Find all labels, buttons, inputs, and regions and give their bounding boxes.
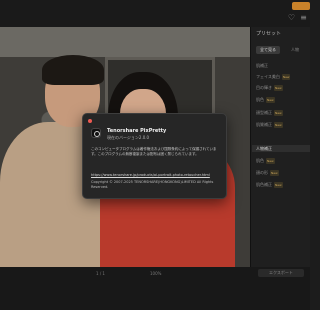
version-text: 現在のバージョン2.0.0 <box>107 135 150 140</box>
new-badge: New <box>274 122 283 128</box>
new-badge: New <box>266 97 275 103</box>
preset-item[interactable]: 顔の形 New <box>256 170 279 176</box>
close-button[interactable] <box>88 119 92 123</box>
preset-item[interactable]: フェイス美白 New <box>256 74 291 80</box>
preset-item-label: 顔型補正 <box>256 110 272 115</box>
new-badge: New <box>274 110 283 116</box>
preset-item-label: 顔の形 <box>256 170 268 175</box>
new-badge: New <box>281 74 291 80</box>
copyright-text: Copyright © 2007-2025 TENORSHARE(HONGKON… <box>91 180 214 189</box>
preset-item[interactable]: 肌色 New <box>256 97 275 103</box>
preset-item-label: 肌補正 <box>256 63 268 68</box>
new-badge: New <box>274 182 283 188</box>
preset-item-label: 肌色補正 <box>256 182 272 187</box>
heart-icon[interactable]: ♡ <box>287 13 296 22</box>
preset-item[interactable]: 肌質補正 New <box>256 122 283 128</box>
about-dialog: Tenorshare PixPretty 現在のバージョン2.0.0 このコンピ… <box>82 113 227 199</box>
license-notice: このコンピュータプログラムは著作権法および国際条約によって保護されています。この… <box>91 147 217 156</box>
preset-item[interactable]: 肌色補正 New <box>256 182 283 188</box>
bottom-toolbar: 1 / 1 100% エクスポート <box>0 267 310 310</box>
preset-panel: プリセット 全て見る 人物 肌補正 フェイス美白 New 目の輝き New 肌色 Ne… <box>250 27 310 267</box>
upgrade-badge[interactable] <box>292 2 310 10</box>
preset-item-label: 目の輝き <box>256 85 272 90</box>
tab-person[interactable]: 人物 <box>283 46 307 54</box>
product-link[interactable]: https://www.tenorshare.jp/products/ai-po… <box>91 173 210 177</box>
app-name: Tenorshare PixPretty <box>107 128 167 134</box>
page-indicator: 1 / 1 <box>96 271 105 276</box>
new-badge: New <box>270 170 279 176</box>
tab-all[interactable]: 全て見る <box>256 46 280 54</box>
export-button[interactable]: エクスポート <box>258 269 304 277</box>
preset-item-label: フェイス美白 <box>256 74 280 79</box>
top-bar: ♡ ≡ <box>0 0 310 27</box>
preset-item[interactable]: 顔型補正 New <box>256 110 283 116</box>
preset-item-label: 肌色 <box>256 97 264 102</box>
photo-wall-top <box>0 27 250 57</box>
menu-icon[interactable]: ≡ <box>299 13 308 22</box>
new-badge: New <box>266 158 275 164</box>
new-badge: New <box>274 85 283 91</box>
preset-item-label: 肌質補正 <box>256 122 272 127</box>
preset-item[interactable]: 目の輝き New <box>256 85 283 91</box>
preset-item[interactable]: 肌補正 <box>256 63 268 69</box>
panel-title: プリセット <box>256 31 282 37</box>
app-logo-icon <box>91 128 101 138</box>
preset-item-label: 肌色 <box>256 158 264 163</box>
preset-item-selected[interactable]: 人物補正 <box>256 146 272 152</box>
zoom-level[interactable]: 100% <box>150 271 161 276</box>
photo-man-hair <box>42 55 104 85</box>
preset-item-label: 人物補正 <box>256 146 272 151</box>
preset-item[interactable]: 肌色 New <box>256 158 275 164</box>
